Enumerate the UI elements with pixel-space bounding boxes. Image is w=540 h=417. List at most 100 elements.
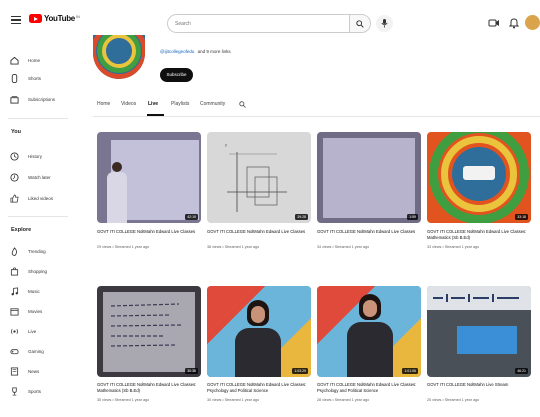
duration-badge: 1:03:29: [292, 368, 308, 374]
duration-badge: 33:18: [515, 214, 528, 220]
video-card[interactable]: 1:59 GOVT ITI COLLEGE NoltMahn Edward Li…: [317, 132, 421, 249]
shopping-icon: [10, 267, 19, 276]
teacher-body: [107, 172, 127, 223]
banner-lettering: [433, 294, 519, 302]
video-thumbnail[interactable]: 42:19: [97, 132, 201, 223]
video-meta: 29 views • Streamed 1 year ago: [97, 245, 150, 249]
video-card[interactable]: 1:01:06 GOVT ITI COLLEGE NoltMahn Edward…: [317, 286, 421, 402]
teacher-head: [112, 162, 122, 172]
gaming-icon: [10, 348, 19, 354]
video-thumbnail[interactable]: 46:21: [427, 286, 531, 377]
video-thumbnail[interactable]: 30:38: [97, 286, 201, 377]
movies-icon: [10, 307, 19, 316]
sidebar-item-label: Gaming: [28, 348, 44, 354]
sidebar-item-shorts[interactable]: Shorts: [10, 70, 72, 86]
video-title[interactable]: GOVT ITI COLLEGE NoltMahn Edward Live Cl…: [207, 229, 311, 235]
video-title[interactable]: GOVT ITI COLLEGE NoltMahn Edward Live Cl…: [427, 229, 531, 241]
history-icon: [10, 151, 19, 161]
subscriptions-icon: [10, 95, 19, 104]
video-title[interactable]: GOVT ITI COLLEGE NoltMahn Edward Live Cl…: [317, 382, 421, 394]
sidebar-item-shopping[interactable]: Shopping: [10, 263, 72, 279]
video-thumbnail[interactable]: 33:18: [427, 132, 531, 223]
video-card[interactable]: 1:03:29 GOVT ITI COLLEGE NoltMahn Edward…: [207, 286, 311, 402]
sidebar-item-movies[interactable]: Movies: [10, 303, 72, 319]
duration-badge: 39:28: [295, 214, 308, 220]
subscribe-button[interactable]: Subscribe: [160, 68, 193, 82]
video-thumbnail[interactable]: y 39:28: [207, 132, 311, 223]
more-links[interactable]: and 9 more links: [198, 49, 231, 54]
sidebar-item-home[interactable]: Home: [10, 52, 72, 68]
menu-icon[interactable]: [11, 16, 21, 25]
video-card[interactable]: 33:18 GOVT ITI COLLEGE NoltMahn Edward L…: [427, 132, 531, 249]
video-thumbnail[interactable]: 1:03:29: [207, 286, 311, 377]
create-icon[interactable]: [488, 17, 500, 29]
sidebar-item-label: Watch later: [28, 174, 51, 180]
search-icon: [356, 20, 364, 28]
voice-search-button[interactable]: [376, 15, 393, 32]
top-bar: YouTube IN: [0, 0, 540, 40]
sidebar-item-watch-later[interactable]: Watch later: [10, 169, 72, 185]
search-input[interactable]: [167, 14, 349, 33]
sidebar-item-label: History: [28, 153, 43, 159]
video-card[interactable]: 46:21 GOVT ITI COLLEGE NoltMahn Live Str…: [427, 286, 531, 402]
sidebar-item-music[interactable]: Music: [10, 283, 72, 299]
mic-icon: [381, 19, 388, 28]
handwriting-lines: [110, 303, 182, 347]
duration-badge: 1:01:06: [402, 368, 418, 374]
home-icon: [10, 56, 19, 65]
channel-avatar[interactable]: [93, 35, 145, 79]
sidebar-item-gaming[interactable]: Gaming: [10, 343, 72, 359]
video-card[interactable]: y 39:28 GOVT ITI COLLEGE NoltMahn Edward…: [207, 132, 311, 249]
avatar-ring-yellow: [102, 35, 136, 68]
svg-text:y: y: [225, 142, 227, 147]
sports-icon: [12, 386, 17, 395]
video-meta: 25 views • Streamed 1 year ago: [427, 398, 480, 402]
sidebar-item-subscriptions[interactable]: Subscriptions: [10, 91, 72, 107]
whiteboard: [323, 138, 415, 218]
presenter-face: [251, 306, 265, 323]
live-icon: [10, 328, 19, 334]
tab-videos[interactable]: Videos: [121, 101, 136, 107]
video-title[interactable]: GOVT ITI COLLEGE NoltMahn Edward Live Cl…: [207, 382, 311, 394]
sidebar-item-liked-videos[interactable]: Liked videos: [10, 190, 72, 206]
sidebar-heading-you[interactable]: You: [11, 129, 21, 135]
video-meta: 28 views • Streamed 1 year ago: [317, 398, 370, 402]
tab-playlists[interactable]: Playlists: [171, 101, 189, 107]
sidebar-item-trending[interactable]: Trending: [10, 243, 72, 259]
sidebar-heading-explore: Explore: [11, 227, 32, 233]
tabs-divider: [93, 116, 540, 117]
video-card[interactable]: 30:38 GOVT ITI COLLEGE NoltMahn Edward L…: [97, 286, 201, 402]
video-title[interactable]: GOVT ITI COLLEGE NoltMahn Edward Live Cl…: [317, 229, 421, 235]
video-thumbnail[interactable]: 1:01:06: [317, 286, 421, 377]
channel-search-icon[interactable]: [239, 101, 246, 108]
music-icon: [11, 286, 19, 295]
sidebar-item-label: Shopping: [28, 268, 48, 274]
sidebar-item-news[interactable]: News: [10, 363, 72, 379]
channel-link[interactable]: @ijitcollegeofedu: [160, 49, 194, 54]
channel-links: @ijitcollegeofedu and 9 more links: [160, 49, 231, 54]
tab-live[interactable]: Live: [148, 101, 158, 107]
logo-region: IN: [75, 13, 80, 19]
sidebar-item-history[interactable]: History: [10, 148, 72, 164]
youtube-logo-icon: [29, 14, 42, 23]
video-title[interactable]: GOVT ITI COLLEGE NoltMahn Edward Live Cl…: [97, 382, 201, 394]
video-card[interactable]: 42:19 GOVT ITI COLLEGE NoltMahn Edward L…: [97, 132, 201, 249]
video-thumbnail[interactable]: 1:59: [317, 132, 421, 223]
logo-text: YouTube: [44, 14, 75, 23]
video-title[interactable]: GOVT ITI COLLEGE NoltMahn Live Stream: [427, 382, 531, 388]
sidebar-item-sports[interactable]: Sports: [10, 383, 72, 399]
liked-icon: [10, 194, 19, 202]
sidebar-item-label: Trending: [28, 248, 46, 254]
video-title[interactable]: GOVT ITI COLLEGE NoltMahn Edward Live Cl…: [97, 229, 201, 235]
duration-badge: 30:38: [185, 368, 198, 374]
video-meta: 30 views • Streamed 1 year ago: [207, 398, 260, 402]
tab-community[interactable]: Community: [200, 101, 225, 107]
duration-badge: 46:21: [515, 368, 528, 374]
graph-sketch: y: [225, 142, 287, 212]
account-avatar[interactable]: [525, 15, 540, 30]
youtube-logo[interactable]: YouTube IN: [29, 14, 80, 23]
search-button[interactable]: [349, 14, 371, 33]
sidebar-item-live[interactable]: Live: [10, 323, 72, 339]
tab-home[interactable]: Home: [97, 101, 110, 107]
bell-icon[interactable]: [508, 17, 520, 29]
